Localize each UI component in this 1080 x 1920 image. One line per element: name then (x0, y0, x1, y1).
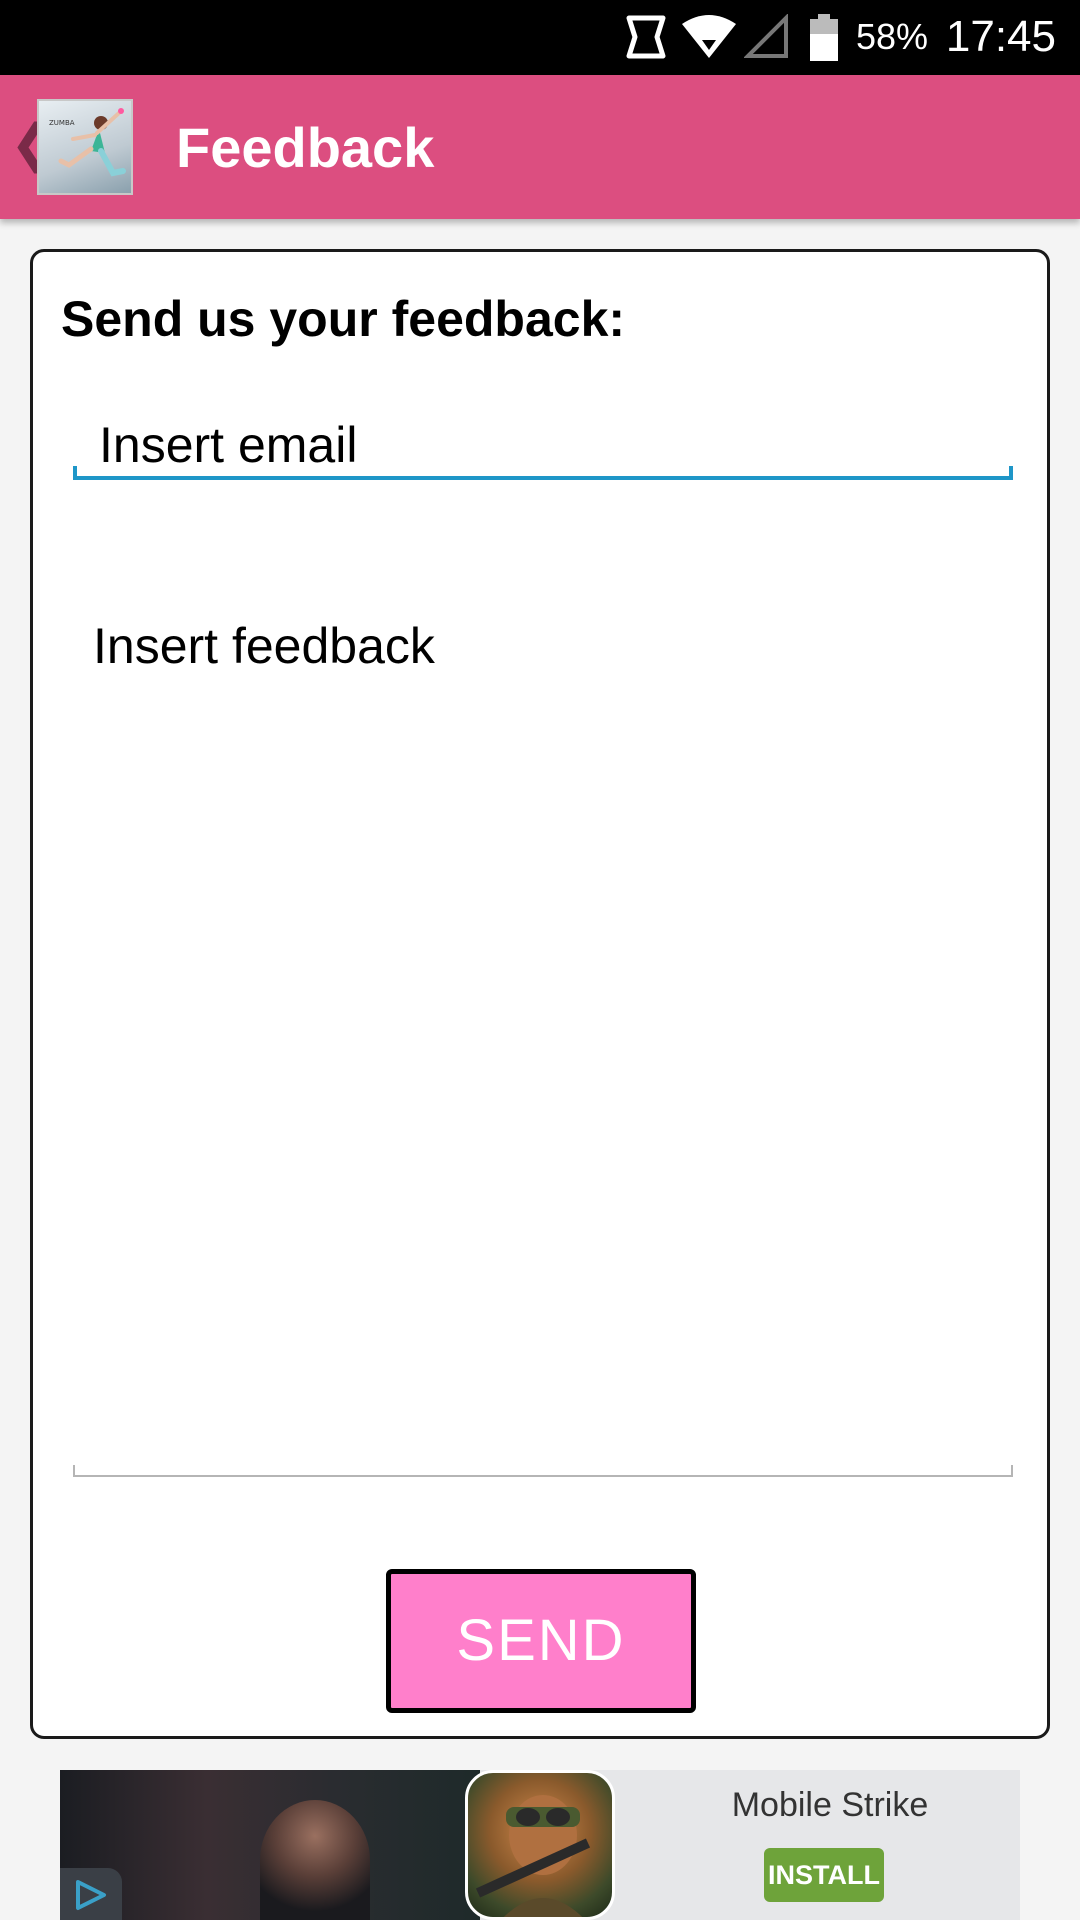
app-bar: ❮ ZUMBA Feedback (0, 75, 1080, 219)
ad-photo-figure (260, 1800, 370, 1920)
send-button[interactable]: SEND (386, 1569, 696, 1713)
logo-text: ZUMBA (49, 119, 75, 127)
feedback-field[interactable]: Insert feedback (73, 597, 1013, 1477)
ad-banner[interactable]: Mobile Strike INSTALL (60, 1770, 1020, 1920)
feedback-placeholder: Insert feedback (93, 618, 435, 674)
email-placeholder: Insert email (99, 417, 358, 473)
page-title: Feedback (176, 116, 435, 179)
wifi-icon (680, 14, 738, 65)
form-heading: Send us your feedback: (61, 291, 626, 347)
clock: 17:45 (945, 12, 1056, 61)
app-logo[interactable]: ZUMBA (37, 99, 133, 195)
ad-choices-icon[interactable] (60, 1868, 122, 1920)
notification-icon (625, 14, 667, 65)
status-bar: 58% 17:45 (0, 0, 1080, 75)
install-button[interactable]: INSTALL (764, 1848, 884, 1902)
battery-percent: 58% (855, 16, 928, 57)
ad-app-icon[interactable] (465, 1770, 615, 1920)
ad-photo[interactable] (60, 1770, 480, 1920)
battery-icon (808, 14, 840, 67)
ad-title: Mobile Strike (731, 1786, 929, 1824)
feedback-card: Send us your feedback: Insert email Inse… (30, 249, 1050, 1739)
email-field[interactable]: Insert email (73, 402, 1013, 480)
signal-icon (743, 13, 788, 65)
